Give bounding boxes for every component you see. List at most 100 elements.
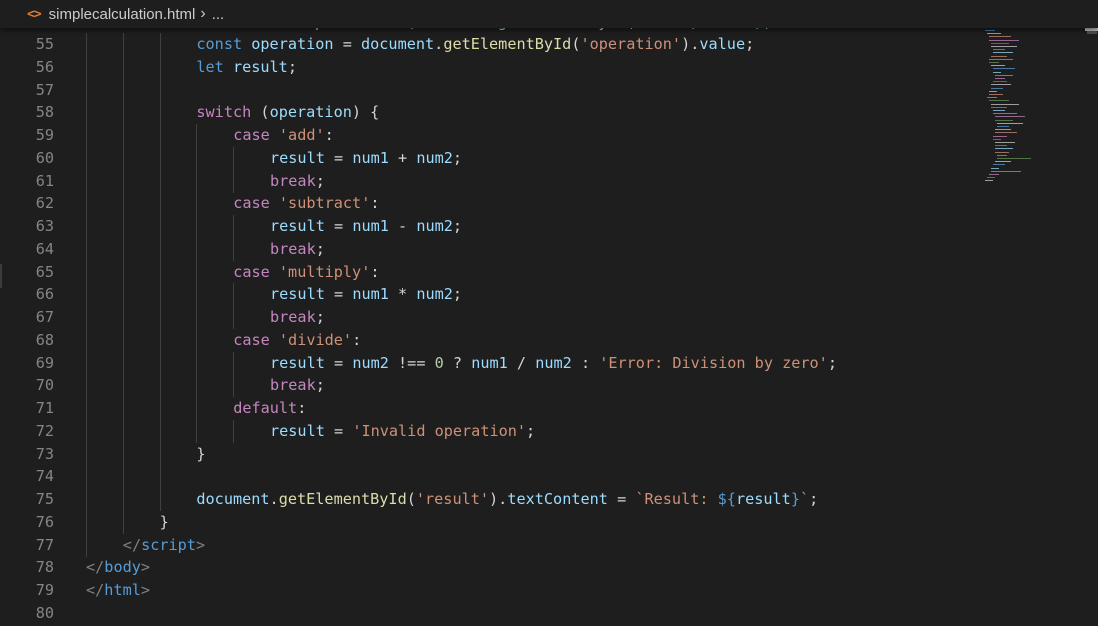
- code-token: +: [388, 148, 417, 167]
- line-number: 57: [35, 80, 54, 99]
- code-line[interactable]: 76}: [0, 510, 980, 534]
- code-line[interactable]: 73}: [0, 442, 980, 466]
- code-line[interactable]: 67 break;: [0, 306, 980, 329]
- code-line[interactable]: 79 </html>: [0, 579, 980, 602]
- code-token: result: [232, 57, 288, 76]
- minimap[interactable]: [983, 30, 1083, 200]
- minimap-line: [985, 30, 995, 31]
- code-token: (: [406, 490, 416, 508]
- code-token: operation: [251, 35, 334, 53]
- indent-guide: [86, 260, 87, 284]
- code-line[interactable]: 71 default:: [0, 397, 980, 420]
- code-line[interactable]: 80: [0, 602, 980, 625]
- code-line[interactable]: 66 result = num1 * num2;: [0, 283, 980, 307]
- indent-guide: [233, 283, 235, 307]
- code-line[interactable]: 75 document.getElementById('result').text…: [0, 488, 980, 511]
- minimap-line: [993, 49, 1005, 51]
- code-line[interactable]: 77 </script>: [0, 533, 980, 557]
- code-token: *: [388, 285, 417, 304]
- code-line[interactable]: 61 break;: [0, 169, 980, 193]
- code-token: break: [270, 171, 316, 190]
- code-token: ${: [717, 490, 736, 508]
- code-text: result = num2 !== 0 ? num1 / num2 : 'Err…: [270, 352, 837, 375]
- indent-guide: [159, 169, 161, 193]
- vertical-scrollbar[interactable]: [1086, 28, 1098, 626]
- code-text: result = num1 * num2;: [270, 283, 462, 306]
- minimap-line: [993, 71, 1001, 73]
- code-token: }: [159, 512, 169, 531]
- code-line[interactable]: 62 case 'subtract':: [0, 192, 980, 216]
- minimap-line: [987, 33, 1001, 35]
- minimap-line: [991, 167, 999, 169]
- code-line[interactable]: 68 case 'divide':: [0, 328, 980, 352]
- indent-guide: [196, 283, 198, 307]
- indent-guide: [159, 397, 161, 420]
- breadcrumb-more[interactable]: ...: [212, 6, 225, 23]
- indent-guide: [86, 283, 87, 307]
- line-number: 68: [35, 330, 54, 349]
- indent-guide: [233, 237, 235, 261]
- code-token: case: [233, 330, 279, 349]
- code-token: ;: [452, 217, 463, 235]
- code-token: let: [196, 57, 233, 76]
- code-token: num1: [352, 148, 389, 167]
- code-line[interactable]: 70 break;: [0, 374, 980, 398]
- code-line[interactable]: 78 </body>: [0, 556, 980, 579]
- minimap-line: [987, 97, 997, 99]
- indent-guide: [86, 237, 87, 261]
- code-token: =: [333, 35, 361, 53]
- code-line[interactable]: 55 const operation = document.getElementB…: [0, 33, 980, 56]
- code-line[interactable]: 60 result = num1 + num2;: [0, 146, 980, 170]
- code-token: break: [270, 376, 316, 395]
- code-line[interactable]: 65 case 'multiply':: [0, 260, 980, 284]
- code-token: result: [270, 217, 325, 235]
- code-token: 'divide': [278, 330, 353, 349]
- indent-guide: [86, 146, 87, 170]
- code-text: document.getElementById('result').textCo…: [196, 488, 818, 511]
- code-line[interactable]: 74: [0, 465, 980, 489]
- indent-guide: [86, 55, 87, 79]
- indent-guide: [159, 215, 161, 238]
- minimap-line: [995, 119, 1013, 121]
- code-line[interactable]: 69 result = num2 !== 0 ? num1 / num2 : 'E…: [0, 351, 980, 375]
- minimap-line: [995, 74, 1013, 76]
- code-text: case 'divide':: [233, 329, 361, 352]
- breadcrumb-file[interactable]: simplecalculation.html: [49, 6, 196, 23]
- line-number: 55: [35, 35, 54, 53]
- indent-guide: [196, 419, 198, 443]
- code-token: .: [434, 35, 444, 53]
- code-line[interactable]: 57: [0, 78, 980, 102]
- line-number: 70: [35, 376, 54, 395]
- minimap-line: [993, 52, 1013, 54]
- code-token: ;: [809, 490, 819, 508]
- indent-guide: [196, 237, 198, 261]
- code-token: >: [140, 558, 151, 577]
- indent-guide: [159, 306, 161, 329]
- code-token: =: [324, 148, 353, 167]
- minimap-line: [991, 65, 1005, 67]
- indent-guide: [86, 328, 87, 352]
- code-line[interactable]: 59 case 'add':: [0, 124, 980, 147]
- code-token: 'operation': [580, 35, 682, 53]
- code-token: const: [196, 35, 252, 53]
- code-line[interactable]: 56 let result;: [0, 55, 980, 79]
- minimap-line: [991, 87, 1003, 89]
- code-text: result = num1 - num2;: [270, 215, 462, 238]
- code-token: operation: [269, 103, 352, 122]
- code-line[interactable]: 58 switch (operation) {: [0, 101, 980, 125]
- line-number: 61: [35, 171, 54, 190]
- code-text: </script>: [123, 534, 205, 557]
- line-number: 65: [35, 262, 54, 281]
- indent-guide: [159, 78, 161, 102]
- code-line[interactable]: 63 result = num1 - num2;: [0, 215, 980, 238]
- line-number: 73: [35, 444, 54, 463]
- minimap-line: [993, 68, 1015, 70]
- minimap-line: [993, 135, 1007, 137]
- code-editor[interactable]: 55 const operation = document.getElementB…: [0, 33, 1098, 626]
- minimap-line: [993, 113, 1017, 115]
- code-text: </html>: [86, 579, 150, 602]
- code-line[interactable]: 64 break;: [0, 237, 980, 261]
- indent-guide: [122, 465, 124, 489]
- code-token: result: [270, 353, 325, 372]
- code-line[interactable]: 72 result = 'Invalid operation';: [0, 419, 980, 443]
